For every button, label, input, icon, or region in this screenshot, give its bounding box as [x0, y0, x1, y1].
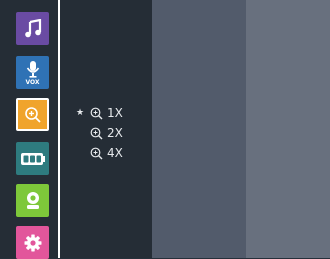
zoom-option-4x[interactable]: 4X — [90, 145, 123, 161]
zoom-icon — [24, 106, 41, 123]
zoom-menu: ★ 1X 2X 4X — [60, 0, 152, 258]
zoom-option-2x[interactable]: 2X — [90, 125, 123, 141]
sidebar-item-settings[interactable] — [16, 226, 49, 259]
video-preview-left-panel — [152, 0, 246, 258]
baby-monitor-camera-icon — [26, 191, 39, 209]
video-preview-right-panel — [246, 0, 330, 258]
zoom-option-label: 1X — [107, 106, 123, 120]
battery-icon — [20, 152, 45, 165]
zoom-in-icon — [90, 147, 103, 159]
sidebar-item-zoom[interactable] — [16, 98, 49, 131]
sidebar-item-camera[interactable] — [16, 184, 49, 217]
zoom-option-1x[interactable]: ★ 1X — [76, 105, 123, 121]
music-note-icon — [24, 18, 41, 37]
vox-label: VOX — [25, 79, 40, 86]
sidebar-item-vox[interactable]: VOX — [16, 56, 49, 89]
zoom-in-icon — [90, 107, 103, 119]
zoom-in-icon — [90, 127, 103, 139]
zoom-option-label: 2X — [107, 126, 123, 140]
zoom-option-label: 4X — [107, 146, 123, 160]
gear-icon — [24, 234, 41, 251]
microphone-icon — [26, 60, 39, 78]
sidebar-item-music[interactable] — [16, 12, 49, 45]
selected-star-marker: ★ — [76, 108, 85, 118]
sidebar-item-battery-display[interactable] — [16, 142, 49, 175]
